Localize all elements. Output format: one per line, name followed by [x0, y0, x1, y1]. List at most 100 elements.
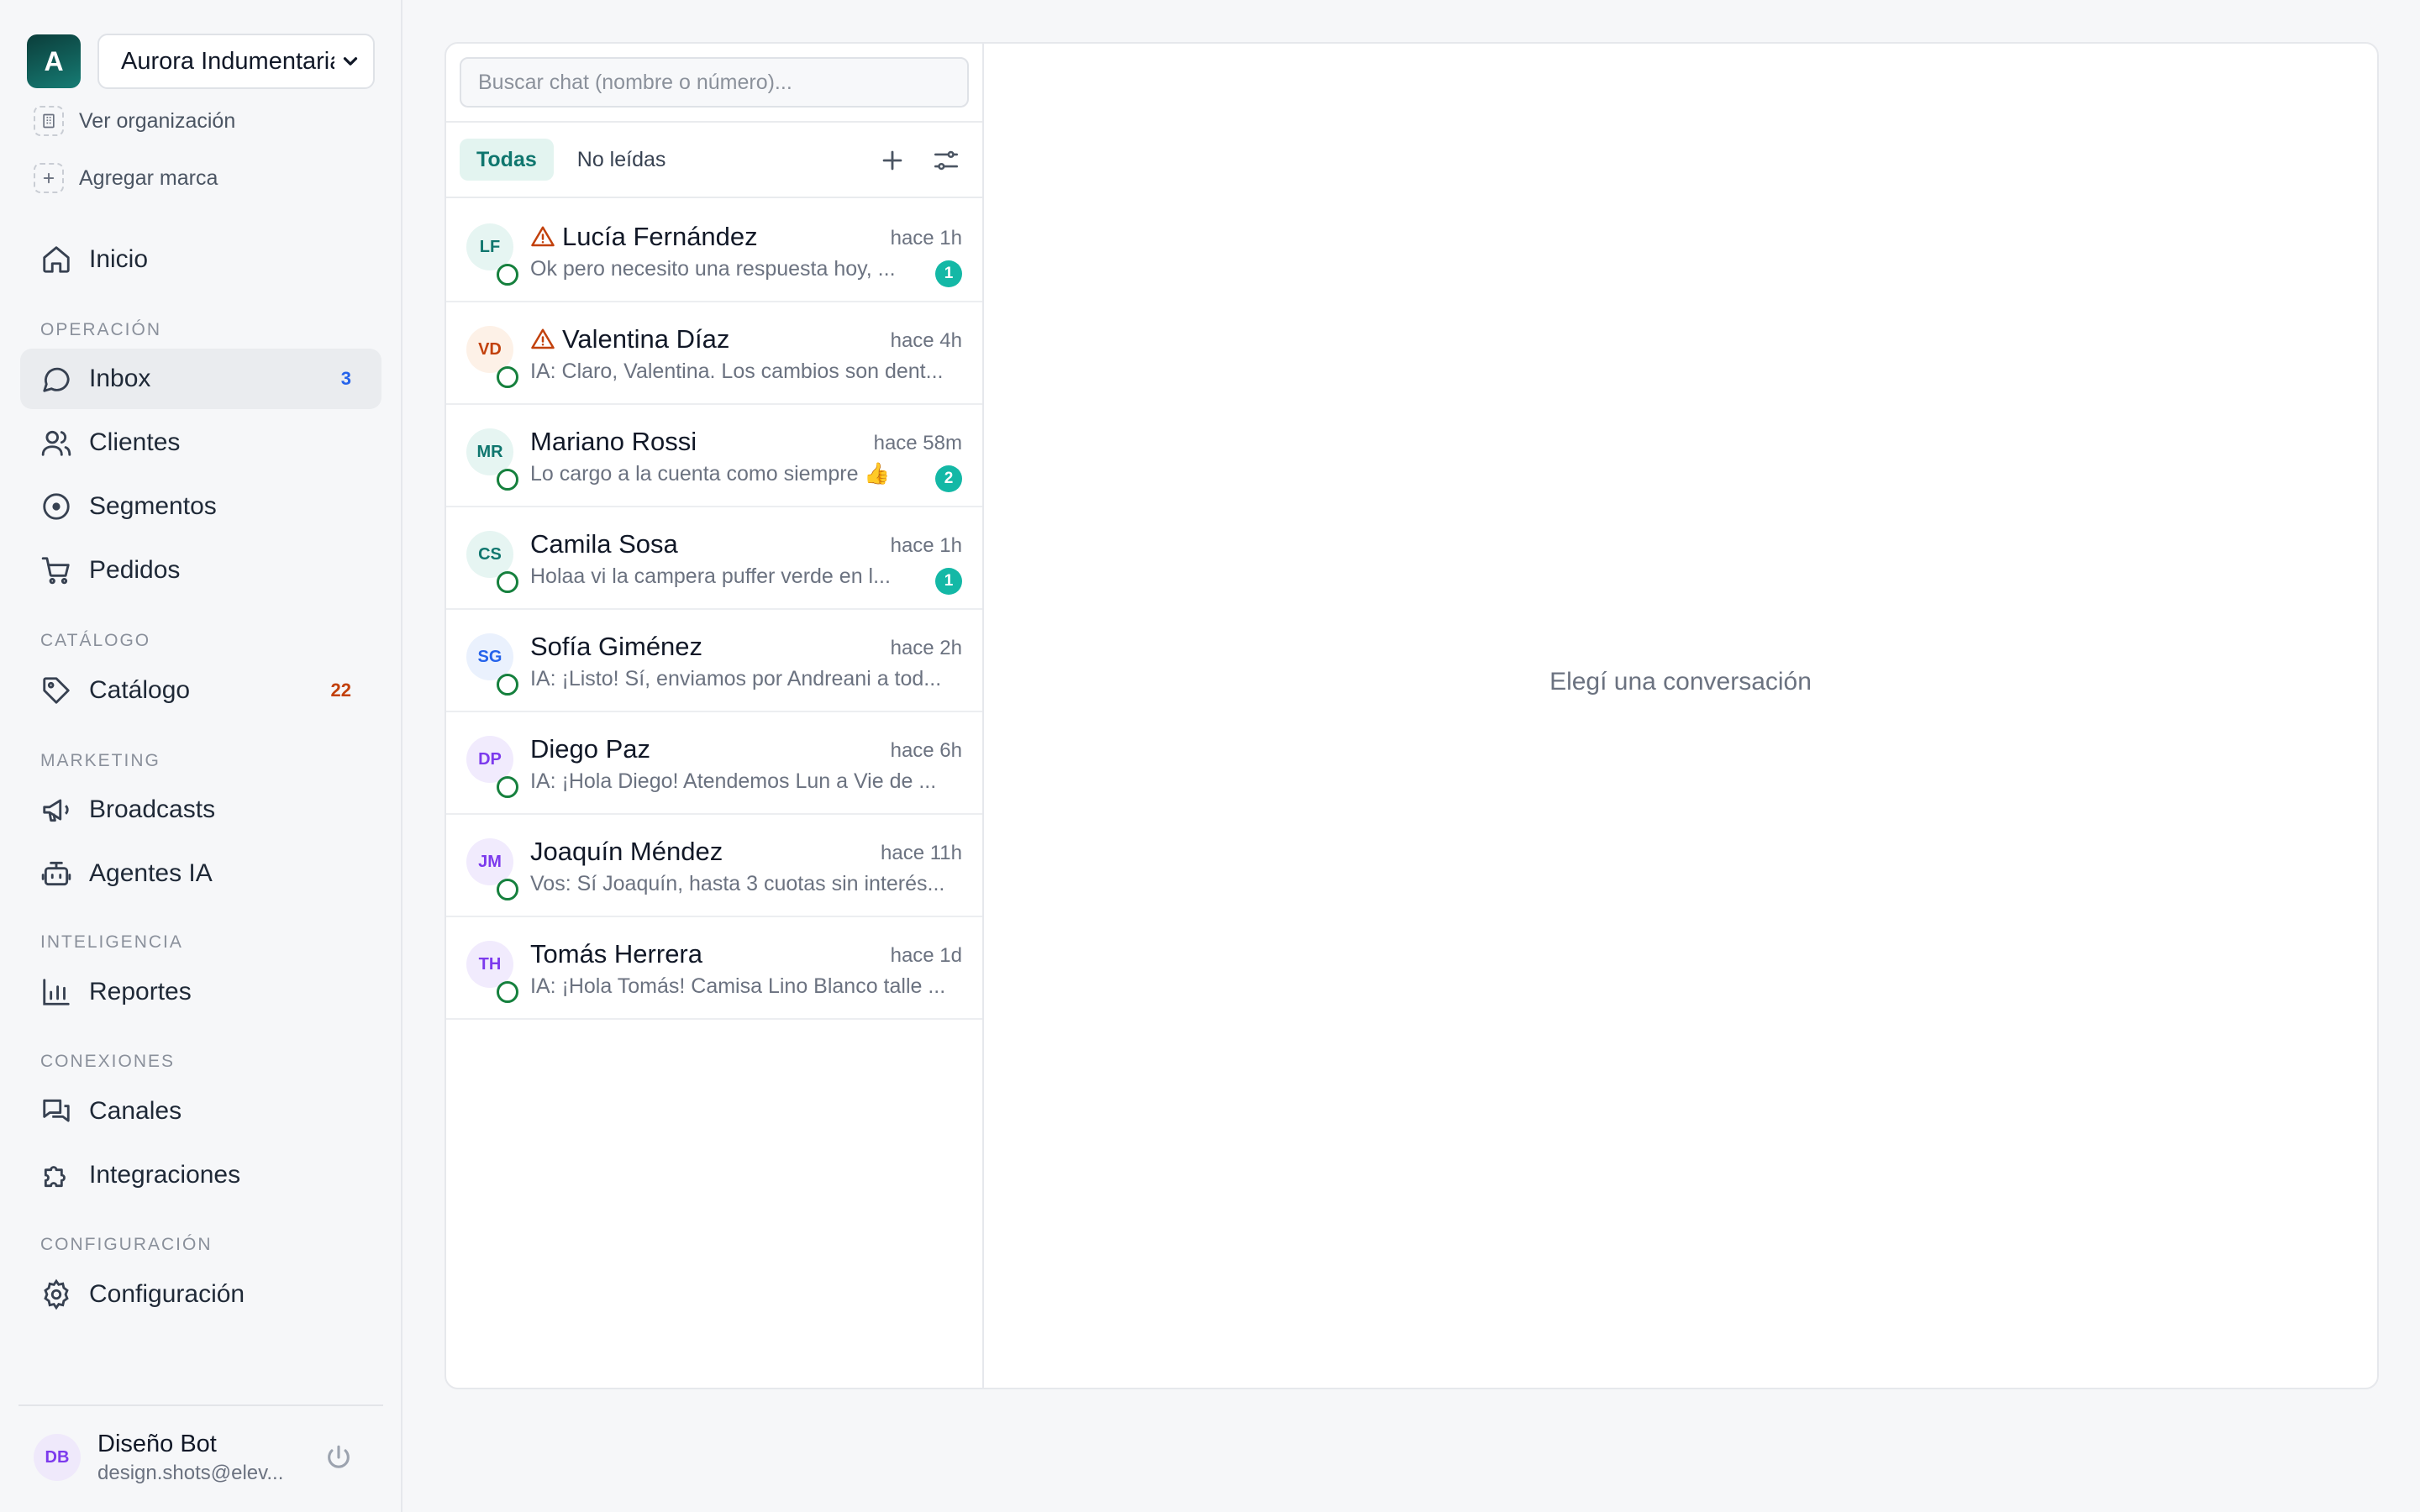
sidebar-item-pedidos[interactable]: Pedidos	[20, 540, 381, 601]
contact-name: Lucía Fernández	[562, 222, 758, 251]
view-organization-link[interactable]: Ver organización	[34, 106, 235, 136]
sidebar-item-label: Configuración	[89, 1280, 245, 1308]
status-indicator	[497, 469, 518, 491]
contact-name-row: Joaquín Méndez	[530, 837, 723, 867]
view-organization-label: Ver organización	[79, 108, 236, 133]
sidebar-item-label: Reportes	[89, 978, 192, 1005]
contact-name-row: Diego Paz	[530, 734, 650, 764]
message-preview: Vos: Sí Joaquín, hasta 3 cuotas sin inte…	[530, 872, 945, 895]
section-label-configuracion: CONFIGURACIÓN	[40, 1235, 213, 1254]
chevron-down-icon	[343, 57, 358, 66]
inbox-panel: Todas No leídas LFLucía Fernándezhace 1h…	[445, 42, 2379, 1389]
sidebar-item-label: Canales	[89, 1097, 182, 1125]
empty-conversation-placeholder: Elegí una conversación	[984, 44, 2377, 1388]
sidebar-item-label: Inbox	[89, 365, 151, 392]
message-time: hace 2h	[890, 637, 962, 659]
building-icon	[34, 106, 64, 136]
sidebar-item-canales[interactable]: Canales	[20, 1081, 381, 1142]
sidebar-item-agentes[interactable]: Agentes IA	[20, 843, 381, 904]
message-time: hace 58m	[873, 432, 962, 454]
section-label-conexiones: CONEXIONES	[40, 1052, 176, 1071]
tab-no-leidas[interactable]: No leídas	[560, 139, 683, 181]
section-label-operacion: OPERACIÓN	[40, 320, 162, 339]
catalogo-count-badge: 22	[330, 680, 351, 701]
user-name: Diseño Bot	[97, 1430, 217, 1457]
contact-name-row: Lucía Fernández	[530, 222, 758, 252]
filter-bar: Todas No leídas	[446, 123, 982, 198]
contact-name: Joaquín Méndez	[530, 837, 723, 866]
message-time: hace 11h	[881, 842, 962, 864]
contact-name: Tomás Herrera	[530, 939, 702, 969]
message-preview: Holaa vi la campera puffer verde en l...	[530, 564, 891, 588]
tab-todas[interactable]: Todas	[460, 139, 554, 181]
sidebar-item-reportes[interactable]: Reportes	[20, 962, 381, 1022]
search-input[interactable]	[460, 57, 969, 108]
org-logo: A	[27, 34, 81, 88]
contact-name: Mariano Rossi	[530, 427, 697, 456]
sidebar: A Aurora Indumentaria Ver organización A…	[0, 0, 402, 1512]
chat-list-panel: Todas No leídas LFLucía Fernándezhace 1h…	[446, 44, 984, 1388]
inbox-count-badge: 3	[340, 368, 351, 389]
bot-icon	[41, 861, 71, 886]
cart-icon	[41, 557, 70, 585]
empty-state-text: Elegí una conversación	[1549, 668, 1812, 696]
contact-name: Camila Sosa	[530, 529, 678, 559]
conversation-row[interactable]: LF Lucía Fernández hace 1h Ok pero necesito…	[446, 200, 982, 302]
org-select-value: Aurora Indumentaria	[121, 47, 334, 75]
add-brand-label: Agregar marca	[79, 165, 218, 190]
messages-icon	[43, 1099, 70, 1122]
unread-count-badge: 1	[935, 568, 962, 595]
message-time: hace 4h	[890, 329, 962, 352]
sidebar-item-inbox[interactable]: Inbox 3	[20, 349, 381, 409]
avatar: DB	[34, 1434, 81, 1481]
sidebar-item-label: Agentes IA	[89, 859, 213, 887]
sidebar-item-configuracion[interactable]: Configuración	[20, 1264, 381, 1325]
chat-bubble-icon	[43, 367, 70, 392]
sidebar-item-label: Catálogo	[89, 676, 191, 704]
status-indicator	[497, 981, 518, 1003]
conversation-row[interactable]: DP Diego Paz hace 6h IA: ¡Hola Diego! Atend…	[446, 712, 982, 815]
sidebar-item-label: Pedidos	[89, 556, 181, 584]
contact-name: Valentina Díaz	[562, 324, 730, 354]
unread-count-badge: 2	[935, 465, 962, 492]
conversation-row[interactable]: MR Mariano Rossi hace 58m Lo cargo a la cue…	[446, 405, 982, 507]
plus-icon	[34, 163, 64, 193]
power-icon[interactable]	[324, 1443, 353, 1472]
contact-name-row: Valentina Díaz	[530, 324, 729, 354]
conversation-row[interactable]: TH Tomás Herrera hace 1d IA: ¡Hola Tomás! C…	[446, 917, 982, 1020]
sidebar-item-segmentos[interactable]: Segmentos	[20, 476, 381, 537]
message-preview: Lo cargo a la cuenta como siempre 👍	[530, 462, 891, 486]
contact-name: Diego Paz	[530, 734, 651, 764]
message-preview: IA: ¡Hola Diego! Atendemos Lun a Vie de …	[530, 769, 937, 793]
conversation-row[interactable]: VD Valentina Díaz hace 4h IA: Claro, Valent…	[446, 302, 982, 405]
sidebar-item-inicio[interactable]: Inicio	[20, 229, 381, 290]
new-chat-plus-icon[interactable]	[878, 146, 907, 175]
sidebar-item-broadcasts[interactable]: Broadcasts	[20, 780, 381, 840]
megaphone-icon	[43, 799, 69, 822]
unread-count-badge: 1	[935, 260, 962, 287]
sidebar-item-label: Broadcasts	[89, 795, 216, 823]
conversation-row[interactable]: SG Sofía Giménez hace 2h IA: ¡Listo! Sí, en…	[446, 610, 982, 712]
gear-icon	[44, 1278, 69, 1310]
warning-icon	[531, 226, 555, 247]
contact-name-row: Mariano Rossi	[530, 427, 697, 457]
sidebar-item-label: Segmentos	[89, 492, 217, 520]
bar-chart-icon	[43, 979, 70, 1005]
section-label-inteligencia: INTELIGENCIA	[40, 932, 183, 952]
filter-settings-icon[interactable]	[932, 146, 960, 175]
sidebar-item-label: Inicio	[89, 245, 149, 273]
conversation-row[interactable]: JM Joaquín Méndez hace 11h Vos: Sí Joaquín,…	[446, 815, 982, 917]
message-preview: IA: ¡Hola Tomás! Camisa Lino Blanco tall…	[530, 974, 946, 998]
conversation-row[interactable]: CS Camila Sosa hace 1h Holaa vi la campera …	[446, 507, 982, 610]
org-select[interactable]: Aurora Indumentaria	[97, 34, 375, 89]
sidebar-item-catalogo[interactable]: Catálogo 22	[20, 660, 381, 721]
add-brand-link[interactable]: Agregar marca	[34, 163, 218, 193]
sidebar-item-label: Integraciones	[89, 1161, 241, 1189]
sidebar-item-clientes[interactable]: Clientes	[20, 412, 381, 473]
tag-icon	[43, 677, 70, 704]
org-switcher: A Aurora Indumentaria	[27, 34, 375, 89]
sidebar-item-integraciones[interactable]: Integraciones	[20, 1145, 381, 1205]
message-time: hace 6h	[890, 739, 962, 762]
user-profile[interactable]: DB Diseño Bot design.shots@elev...	[18, 1404, 383, 1509]
status-indicator	[497, 264, 518, 286]
